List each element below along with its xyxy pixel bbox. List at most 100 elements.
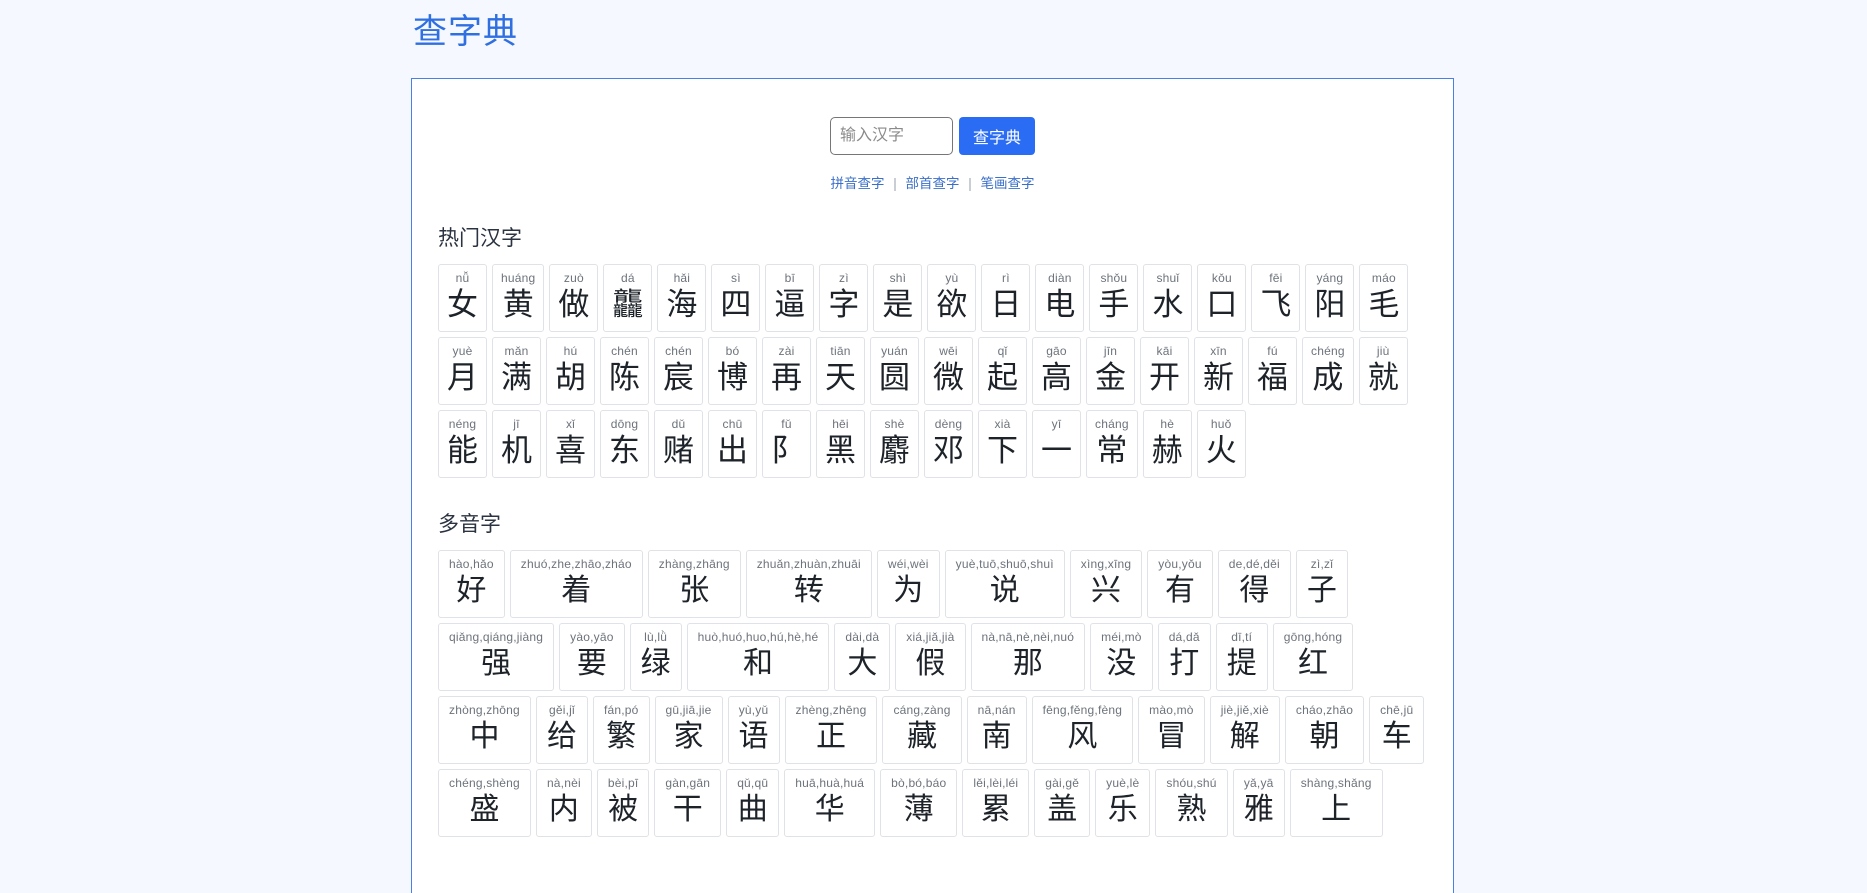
hot-character-card[interactable]: gāo 高 <box>1032 337 1081 405</box>
hot-character-card[interactable]: yī 一 <box>1032 410 1081 478</box>
polyphone-character-card[interactable]: hào,hǎo 好 <box>438 550 505 618</box>
polyphone-character-card[interactable]: huā,huà,huá 华 <box>784 769 876 837</box>
polyphone-character-card[interactable]: gàn,gān 干 <box>654 769 722 837</box>
hot-character-card[interactable]: hè 赫 <box>1142 410 1192 478</box>
hot-character-card[interactable]: dá 龘 <box>603 264 653 332</box>
hot-character-card[interactable]: shuǐ 水 <box>1143 264 1193 332</box>
hot-character-card[interactable]: shè 麝 <box>870 410 919 478</box>
polyphone-character-card[interactable]: qǔ,qū 曲 <box>726 769 780 837</box>
hot-character-card[interactable]: jī 机 <box>492 410 541 478</box>
polyphone-character-card[interactable]: zhèng,zhēng 正 <box>784 696 878 764</box>
polyphone-character-card[interactable]: gū,jiā,jie 家 <box>654 696 723 764</box>
hot-character-card[interactable]: xià 下 <box>978 410 1027 478</box>
polyphone-character-card[interactable]: shàng,shǎng 上 <box>1289 769 1383 837</box>
hot-character-card[interactable]: chū 出 <box>708 410 757 478</box>
hot-character-card[interactable]: hú 胡 <box>546 337 595 405</box>
hot-character-card[interactable]: fēi 飞 <box>1251 264 1301 332</box>
page-title[interactable]: 查字典 <box>413 11 518 53</box>
polyphone-character-card[interactable]: nà,nèi 内 <box>535 769 592 837</box>
hot-character-card[interactable]: kāi 开 <box>1140 337 1189 405</box>
hot-character-card[interactable]: jīn 金 <box>1086 337 1135 405</box>
search-button[interactable]: 查字典 <box>958 117 1035 155</box>
hot-character-card[interactable]: chén 陈 <box>600 337 649 405</box>
polyphone-character-card[interactable]: shóu,shú 熟 <box>1155 769 1228 837</box>
link-radical-lookup[interactable]: 部首查字 <box>906 176 960 191</box>
hot-character-card[interactable]: dōng 东 <box>600 410 649 478</box>
polyphone-character-card[interactable]: qiǎng,qiáng,jiàng 强 <box>438 623 555 691</box>
hot-character-card[interactable]: cháng 常 <box>1086 410 1138 478</box>
hot-character-card[interactable]: fú 福 <box>1248 337 1297 405</box>
hot-character-card[interactable]: hǎi 海 <box>657 264 707 332</box>
polyphone-character-card[interactable]: zhuó,zhe,zhāo,zháo 着 <box>509 550 643 618</box>
polyphone-character-card[interactable]: gōng,hóng 红 <box>1272 623 1354 691</box>
hot-character-card[interactable]: jiù 就 <box>1358 337 1408 405</box>
polyphone-character-card[interactable]: bò,bó,báo 薄 <box>880 769 958 837</box>
hot-character-card[interactable]: máo 毛 <box>1359 264 1409 332</box>
polyphone-character-card[interactable]: bèi,pī 被 <box>596 769 650 837</box>
hot-character-card[interactable]: kǒu 口 <box>1197 264 1247 332</box>
hot-character-card[interactable]: yù 欲 <box>927 264 977 332</box>
hot-character-card[interactable]: yáng 阳 <box>1305 264 1355 332</box>
hot-character-card[interactable]: diàn 电 <box>1035 264 1085 332</box>
hot-character-card[interactable]: zài 再 <box>762 337 811 405</box>
polyphone-character-card[interactable]: zhuǎn,zhuàn,zhuāi 转 <box>745 550 872 618</box>
hot-character-card[interactable]: qǐ 起 <box>978 337 1027 405</box>
hot-character-card[interactable]: yuán 圆 <box>870 337 919 405</box>
polyphone-character-card[interactable]: huò,huó,huo,hú,hè,hé 和 <box>686 623 830 691</box>
polyphone-character-card[interactable]: fán,pó 繁 <box>592 696 650 764</box>
polyphone-character-card[interactable]: lù,lǜ 绿 <box>629 623 682 691</box>
polyphone-character-card[interactable]: chéng,shèng 盛 <box>438 769 531 837</box>
polyphone-character-card[interactable]: yǎ,yā 雅 <box>1232 769 1285 837</box>
polyphone-character-card[interactable]: nà,nā,nè,nèi,nuó 那 <box>970 623 1086 691</box>
hot-character-card[interactable]: zì 字 <box>819 264 869 332</box>
link-stroke-lookup[interactable]: 笔画查字 <box>981 176 1035 191</box>
polyphone-character-card[interactable]: dī,tí 提 <box>1215 623 1268 691</box>
polyphone-character-card[interactable]: yào,yāo 要 <box>559 623 625 691</box>
hot-character-card[interactable]: dèng 邓 <box>924 410 973 478</box>
polyphone-character-card[interactable]: cháo,zhāo 朝 <box>1284 696 1365 764</box>
hot-character-card[interactable]: xǐ 喜 <box>546 410 595 478</box>
hot-character-card[interactable]: fǔ 阝 <box>762 410 811 478</box>
hot-character-card[interactable]: bó 博 <box>708 337 757 405</box>
polyphone-character-card[interactable]: xiá,jiǎ,jià 假 <box>895 623 966 691</box>
hot-character-card[interactable]: hēi 黑 <box>816 410 865 478</box>
hot-character-card[interactable]: huǒ 火 <box>1196 410 1246 478</box>
hot-character-card[interactable]: shǒu 手 <box>1089 264 1139 332</box>
polyphone-character-card[interactable]: yuè,lè 乐 <box>1095 769 1151 837</box>
hot-character-card[interactable]: chéng 成 <box>1302 337 1354 405</box>
hot-character-card[interactable]: shì 是 <box>873 264 923 332</box>
polyphone-character-card[interactable]: lěi,lèi,léi 累 <box>962 769 1030 837</box>
hot-character-card[interactable]: huáng 黄 <box>492 264 545 332</box>
hot-character-card[interactable]: sì 四 <box>711 264 761 332</box>
hot-character-card[interactable]: dǔ 赌 <box>654 410 703 478</box>
link-pinyin-lookup[interactable]: 拼音查字 <box>830 176 884 191</box>
hot-character-card[interactable]: rì 日 <box>981 264 1031 332</box>
hot-character-card[interactable]: tiān 天 <box>816 337 865 405</box>
hot-character-card[interactable]: wēi 微 <box>924 337 973 405</box>
polyphone-character-card[interactable]: gài,gě 盖 <box>1034 769 1091 837</box>
polyphone-character-card[interactable]: chē,jū 车 <box>1369 696 1425 764</box>
polyphone-character-card[interactable]: wéi,wèi 为 <box>876 550 940 618</box>
polyphone-character-card[interactable]: yòu,yǒu 有 <box>1147 550 1213 618</box>
polyphone-character-card[interactable]: yuè,tuō,shuō,shuì 说 <box>944 550 1065 618</box>
polyphone-character-card[interactable]: dài,dà 大 <box>834 623 891 691</box>
polyphone-character-card[interactable]: zì,zǐ 子 <box>1295 550 1348 618</box>
polyphone-character-card[interactable]: zhòng,zhōng 中 <box>438 696 531 764</box>
polyphone-character-card[interactable]: dá,dǎ 打 <box>1157 623 1211 691</box>
polyphone-character-card[interactable]: yù,yǔ 语 <box>727 696 780 764</box>
polyphone-character-card[interactable]: mào,mò 冒 <box>1138 696 1205 764</box>
search-input[interactable] <box>829 117 953 155</box>
polyphone-character-card[interactable]: nā,nán 南 <box>966 696 1027 764</box>
polyphone-character-card[interactable]: xìng,xīng 兴 <box>1069 550 1143 618</box>
hot-character-card[interactable]: zuò 做 <box>549 264 599 332</box>
hot-character-card[interactable]: xīn 新 <box>1194 337 1243 405</box>
polyphone-character-card[interactable]: de,dé,děi 得 <box>1217 550 1291 618</box>
hot-character-card[interactable]: mǎn 满 <box>492 337 541 405</box>
polyphone-character-card[interactable]: jiè,jiě,xiè 解 <box>1209 696 1280 764</box>
hot-character-card[interactable]: nǚ 女 <box>438 264 487 332</box>
hot-character-card[interactable]: bī 逼 <box>765 264 815 332</box>
polyphone-character-card[interactable]: gěi,jǐ 给 <box>535 696 588 764</box>
polyphone-character-card[interactable]: zhàng,zhāng 张 <box>647 550 741 618</box>
polyphone-character-card[interactable]: cáng,zàng 藏 <box>882 696 962 764</box>
polyphone-character-card[interactable]: méi,mò 没 <box>1090 623 1153 691</box>
